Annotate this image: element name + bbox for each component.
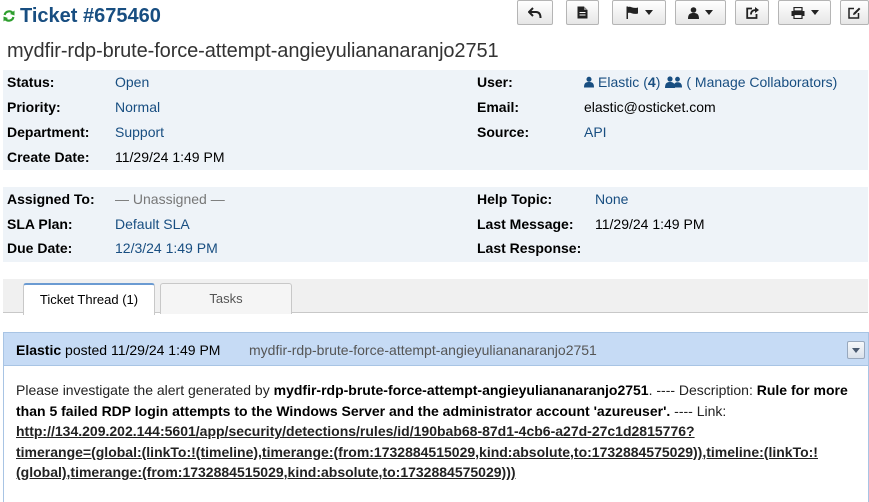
status-label: Status: (7, 74, 55, 90)
help-topic-value[interactable]: None (595, 188, 628, 210)
body-description-prefix: . ---- Description: (648, 382, 757, 398)
user-count-close: ) (655, 74, 661, 90)
chevron-down-icon (705, 10, 713, 15)
ticket-tabs: Ticket Thread (1) Tasks (3, 279, 868, 315)
edit-button[interactable] (840, 0, 869, 25)
assign-dropdown-button[interactable] (675, 0, 726, 25)
create-date-value: 11/29/24 1:49 PM (115, 149, 225, 165)
help-topic-label: Help Topic: (477, 191, 553, 207)
flag-icon (626, 6, 638, 19)
reply-button[interactable] (517, 0, 553, 25)
user-value: Elastic (4) ( Manage Collaborators) (584, 71, 837, 93)
tab-ticket-thread[interactable]: Ticket Thread (1) (23, 283, 155, 315)
assigned-to-value[interactable]: — Unassigned — (115, 188, 225, 210)
transfer-button[interactable] (735, 0, 769, 25)
manage-collaborators-link[interactable]: ( Manage Collaborators) (686, 71, 837, 93)
flag-dropdown-button[interactable] (612, 0, 666, 25)
chevron-down-icon (810, 10, 819, 15)
user-name-link[interactable]: Elastic (598, 71, 639, 93)
share-icon (745, 6, 759, 19)
user-icon (688, 6, 699, 19)
thread-entry: Elastic posted 11/29/24 1:49 PM mydfir-r… (3, 332, 869, 502)
thread-poster: Elastic posted 11/29/24 1:49 PM (16, 342, 220, 358)
ticket-info-secondary: Assigned To: — Unassigned — SLA Plan: De… (3, 187, 868, 262)
thread-subject: mydfir-rdp-brute-force-attempt-angieyuli… (249, 342, 597, 358)
thread-options-button[interactable] (847, 341, 865, 359)
source-value[interactable]: API (584, 121, 607, 143)
edit-icon (848, 7, 861, 19)
sla-plan-value[interactable]: Default SLA (115, 213, 190, 235)
print-dropdown-button[interactable] (778, 0, 831, 25)
note-icon (577, 6, 588, 19)
ticket-header: Ticket #675460 (0, 0, 869, 36)
alert-link-line-3: (global),timerange:(from:1732884515029,k… (16, 464, 516, 480)
print-icon (791, 6, 804, 19)
alert-link-line-2: timerange=(global:(linkTo:!(timeline),ti… (16, 443, 818, 460)
chevron-down-icon (852, 347, 860, 353)
collaborators-icon (665, 76, 683, 88)
user-label: User: (477, 74, 513, 90)
due-date-value[interactable]: 12/3/24 1:49 PM (115, 237, 218, 259)
thread-body: Please investigate the alert generated b… (16, 380, 866, 483)
sla-plan-label: SLA Plan: (7, 216, 73, 232)
poster-name: Elastic (16, 342, 62, 358)
alert-link[interactable]: http://134.209.202.144:5601/app/security… (16, 423, 818, 480)
status-value: Open (115, 74, 150, 90)
due-date-label: Due Date: (7, 240, 73, 256)
email-label: Email: (477, 99, 520, 115)
source-label: Source: (477, 124, 530, 140)
alert-link-line-1: http://134.209.202.144:5601/app/security… (16, 423, 695, 439)
post-note-button[interactable] (566, 0, 599, 25)
ticket-info-primary: Status: Open Priority: Normal Department… (3, 70, 868, 170)
department-value[interactable]: Support (115, 121, 164, 143)
assigned-to-label: Assigned To: (7, 191, 95, 207)
body-rule-name: mydfir-rdp-brute-force-attempt-angieyuli… (273, 382, 649, 398)
posted-date: posted 11/29/24 1:49 PM (65, 342, 221, 358)
last-message-label: Last Message: (477, 216, 574, 232)
priority-label: Priority: (7, 99, 61, 115)
reply-icon (528, 6, 542, 18)
last-message-value: 11/29/24 1:49 PM (595, 216, 705, 232)
last-response-label: Last Response: (477, 240, 582, 256)
department-label: Department: (7, 124, 90, 140)
chevron-down-icon (644, 10, 653, 15)
ticket-subject: mydfir-rdp-brute-force-attempt-angieyuli… (7, 40, 499, 62)
thread-entry-header: Elastic posted 11/29/24 1:49 PM mydfir-r… (4, 333, 868, 366)
ticket-number[interactable]: Ticket #675460 (20, 5, 161, 28)
body-intro: Please investigate the alert generated b… (16, 382, 274, 398)
tab-tasks[interactable]: Tasks (160, 283, 292, 314)
user-ticket-count[interactable]: 4 (648, 71, 656, 93)
priority-value[interactable]: Normal (115, 96, 160, 118)
create-date-label: Create Date: (7, 149, 90, 165)
user-icon (584, 76, 594, 88)
body-link-prefix: ---- Link: (670, 402, 727, 419)
email-value: elastic@osticket.com (584, 99, 716, 115)
refresh-icon[interactable] (3, 9, 15, 23)
